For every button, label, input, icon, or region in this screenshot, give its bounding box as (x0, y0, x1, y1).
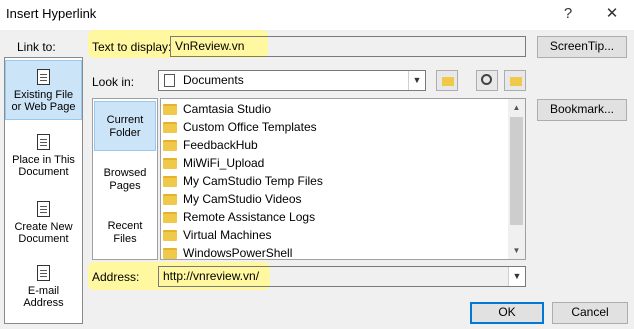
text-to-display-label: Text to display: (92, 40, 172, 54)
folder-icon (163, 211, 177, 223)
folder-icon (163, 121, 177, 133)
folder-icon (163, 157, 177, 169)
current-folder-tab[interactable]: Current Folder (94, 101, 156, 151)
folder-icon (163, 193, 177, 205)
folder-icon (163, 175, 177, 187)
vertical-scrollbar[interactable]: ▲ ▼ (508, 99, 525, 259)
link-to-create-new-document[interactable]: Create New Document (5, 201, 82, 251)
list-item[interactable]: MiWiFi_Upload (163, 154, 264, 172)
screentip-button[interactable]: ScreenTip... (537, 36, 627, 58)
folder-icon (163, 103, 177, 115)
scroll-thumb[interactable] (510, 117, 523, 225)
bookmark-button[interactable]: Bookmark... (537, 99, 627, 121)
look-in-label: Look in: (92, 75, 135, 89)
address-input[interactable]: http://vnreview.vn/ ▼ (158, 266, 526, 287)
chevron-down-icon[interactable]: ▼ (408, 71, 425, 90)
list-item[interactable]: Remote Assistance Logs (163, 208, 315, 226)
list-item[interactable]: FeedbackHub (163, 136, 258, 154)
open-folder-icon (510, 77, 522, 86)
look-in-select[interactable]: Documents ▼ (158, 70, 426, 91)
browse-file-button[interactable] (504, 70, 526, 91)
globe-file-icon (36, 69, 52, 87)
window-title: Insert Hyperlink (6, 6, 97, 21)
folder-up-icon (442, 77, 454, 86)
list-item[interactable]: Camtasia Studio (163, 100, 271, 118)
help-button[interactable]: ? (556, 4, 580, 24)
close-button[interactable]: ✕ (600, 4, 624, 24)
list-item[interactable]: WindowsPowerShell (163, 244, 292, 259)
list-item[interactable]: My CamStudio Videos (163, 190, 302, 208)
browsed-pages-tab[interactable]: Browsed Pages (94, 167, 156, 193)
documents-icon (164, 74, 175, 87)
link-to-panel: Existing File or Web Page Place in This … (4, 57, 83, 324)
list-item[interactable]: My CamStudio Temp Files (163, 172, 323, 190)
cancel-button[interactable]: Cancel (552, 302, 628, 324)
email-icon (36, 265, 52, 283)
folder-icon (163, 229, 177, 241)
link-to-place-in-document[interactable]: Place in This Document (5, 134, 82, 184)
ok-button[interactable]: OK (470, 302, 544, 324)
list-item[interactable]: Custom Office Templates (163, 118, 317, 136)
list-item[interactable]: Virtual Machines (163, 226, 272, 244)
link-to-existing-file[interactable]: Existing File or Web Page (5, 60, 82, 120)
link-to-label: Link to: (17, 40, 56, 54)
recent-files-tab[interactable]: Recent Files (94, 220, 156, 246)
new-document-icon (36, 201, 52, 219)
file-list[interactable]: Camtasia Studio Custom Office Templates … (160, 98, 526, 260)
folder-icon (163, 247, 177, 259)
link-to-email-address[interactable]: E-mail Address (5, 265, 82, 315)
browse-web-button[interactable] (476, 70, 498, 91)
chevron-down-icon[interactable]: ▼ (508, 267, 525, 286)
document-place-icon (36, 134, 52, 152)
folder-icon (163, 139, 177, 151)
up-one-folder-button[interactable] (436, 70, 458, 91)
magnifier-globe-icon (481, 74, 492, 85)
text-to-display-input[interactable]: VnReview.vn (170, 36, 526, 57)
browse-panel: Current Folder Browsed Pages Recent File… (92, 98, 158, 260)
scroll-down-arrow-icon[interactable]: ▼ (508, 242, 525, 259)
scroll-up-arrow-icon[interactable]: ▲ (508, 99, 525, 116)
address-label: Address: (92, 270, 140, 284)
